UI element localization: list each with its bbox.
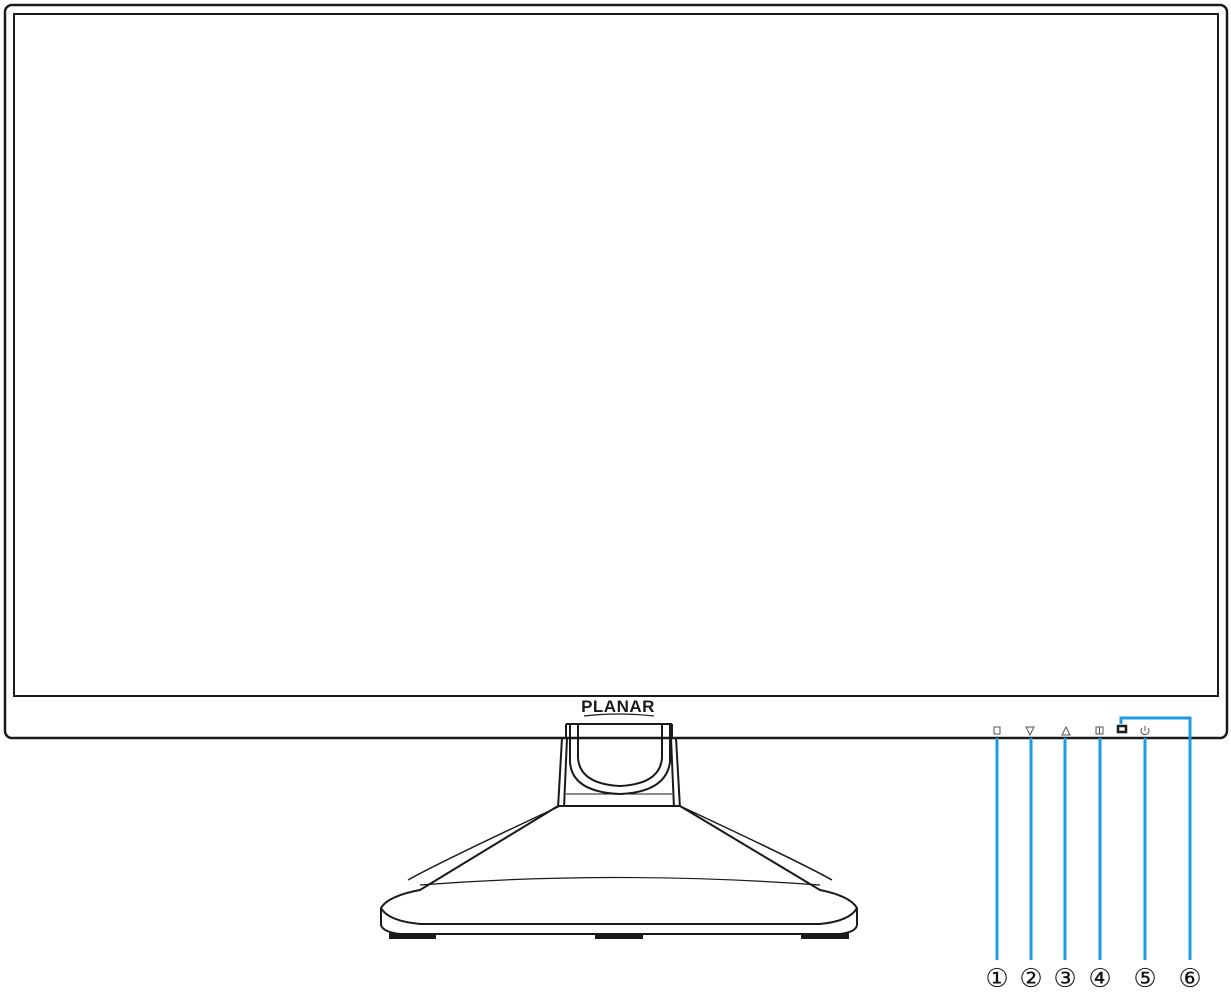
callout-1: ① <box>985 964 1008 994</box>
brand-logo: PLANAR <box>581 697 655 716</box>
screen-area <box>13 13 1219 697</box>
stand-base <box>380 805 858 939</box>
callout-6: ⑥ <box>1178 964 1201 994</box>
monitor-front-view-diagram: PLANAR ① ② ③ ④ ⑤ ⑥ <box>3 3 1229 994</box>
callout-5: ⑤ <box>1133 964 1156 994</box>
leader-lines <box>995 716 1192 960</box>
leader-line-6 <box>1119 716 1192 960</box>
callout-4: ④ <box>1088 964 1111 994</box>
callout-numbers: ① ② ③ ④ ⑤ ⑥ <box>985 964 1201 994</box>
callout-2: ② <box>1019 964 1042 994</box>
callout-3: ③ <box>1053 964 1076 994</box>
